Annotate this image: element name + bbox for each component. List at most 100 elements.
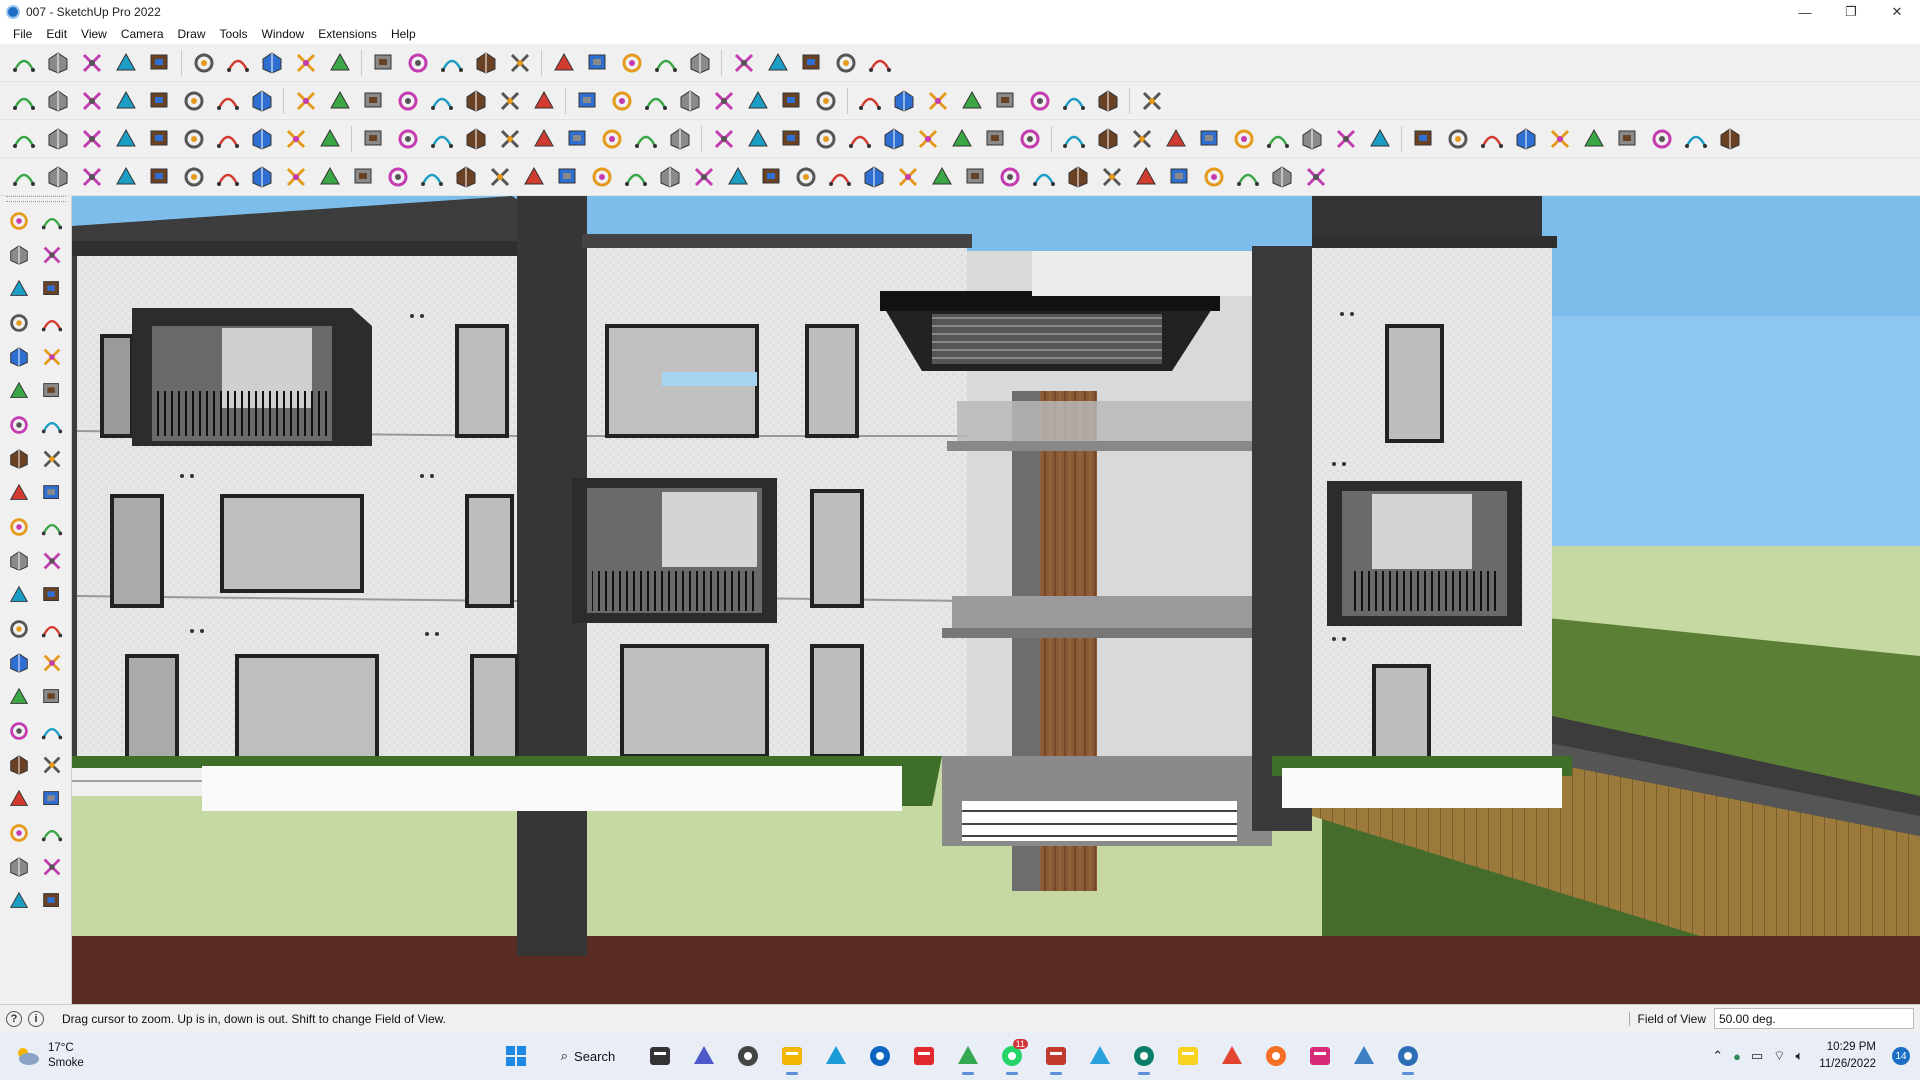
bowl-b-icon[interactable] (664, 123, 695, 154)
box-icon[interactable] (42, 85, 73, 116)
scale-icon[interactable] (368, 47, 399, 78)
red-plane-icon[interactable] (144, 161, 175, 192)
tree-icon[interactable] (892, 161, 923, 192)
hook-icon[interactable] (416, 161, 447, 192)
line-m-icon[interactable] (1680, 123, 1711, 154)
magnet-icon[interactable] (858, 161, 889, 192)
sketchup-icon[interactable] (1036, 1036, 1076, 1076)
blue-plane-b-icon[interactable] (42, 161, 73, 192)
polygon-tool-icon[interactable] (37, 376, 67, 406)
curve-f-icon[interactable] (640, 85, 671, 116)
window-c-icon[interactable] (912, 123, 943, 154)
sticky-notes-icon[interactable] (1168, 1036, 1208, 1076)
minimize-button[interactable]: — (1782, 0, 1828, 24)
stairs-b-icon[interactable] (810, 123, 841, 154)
previous-view-tool-icon[interactable] (37, 750, 67, 780)
sandbox-b-tool-icon[interactable] (37, 852, 67, 882)
shell-icon[interactable] (212, 123, 243, 154)
close-button[interactable]: ✕ (1874, 0, 1920, 24)
snipping-icon[interactable] (1388, 1036, 1428, 1076)
menu-edit[interactable]: Edit (39, 27, 74, 41)
blue-plane-icon[interactable] (8, 161, 39, 192)
qr-icon[interactable] (1300, 161, 1331, 192)
push-yellow-icon[interactable] (956, 85, 987, 116)
opera-icon[interactable] (904, 1036, 944, 1076)
chain-icon[interactable] (382, 161, 413, 192)
spline-icon[interactable] (450, 161, 481, 192)
taskbar-search[interactable]: ⌕ Search (540, 1038, 636, 1074)
model-viewport[interactable] (72, 196, 1920, 1004)
push-pink-icon[interactable] (990, 85, 1021, 116)
window-b-icon[interactable] (878, 123, 909, 154)
rotated-rect-tool-icon[interactable] (37, 342, 67, 372)
refresh-icon[interactable] (742, 123, 773, 154)
rotate-icon[interactable] (324, 47, 355, 78)
circle-tool-icon[interactable] (4, 376, 34, 406)
dimension-tool-icon[interactable] (37, 580, 67, 610)
push-orange-icon[interactable] (888, 85, 919, 116)
bowl-c-icon[interactable] (708, 123, 739, 154)
cone-icon[interactable] (586, 161, 617, 192)
stairs-a-icon[interactable] (776, 123, 807, 154)
line-tool-icon[interactable] (4, 308, 34, 338)
paint-bucket-icon[interactable] (188, 47, 219, 78)
edit-icon[interactable] (178, 85, 209, 116)
walk-tool-icon[interactable] (4, 818, 34, 848)
push-magenta-icon[interactable] (1058, 85, 1089, 116)
volume-icon[interactable]: 🔈︎ (1795, 1048, 1803, 1064)
node-e-icon[interactable] (1126, 123, 1157, 154)
geolocation-icon[interactable]: ? (6, 1010, 22, 1027)
menu-view[interactable]: View (74, 27, 114, 41)
component-tool-icon[interactable] (4, 274, 34, 304)
grid-orange-c-icon[interactable] (1198, 161, 1229, 192)
window-d-icon[interactable] (946, 123, 977, 154)
layers-icon[interactable] (684, 47, 715, 78)
zoom-extents-tool-icon[interactable] (4, 750, 34, 780)
green-cross-icon[interactable] (518, 161, 549, 192)
layers-b-icon[interactable] (314, 123, 345, 154)
node-c-icon[interactable] (1058, 123, 1089, 154)
flag-icon[interactable] (314, 161, 345, 192)
red-frame-icon[interactable] (280, 161, 311, 192)
curve-c-icon[interactable] (528, 85, 559, 116)
cone-b-icon[interactable] (620, 161, 651, 192)
yellow-plane-icon[interactable] (76, 161, 107, 192)
3d-text-tool-icon[interactable] (37, 648, 67, 678)
sandbox-a-tool-icon[interactable] (4, 852, 34, 882)
node-b-icon[interactable] (1014, 123, 1045, 154)
line-c-icon[interactable] (1330, 123, 1361, 154)
line-f-icon[interactable] (1442, 123, 1473, 154)
push-pull-icon[interactable] (222, 47, 253, 78)
menu-draw[interactable]: Draw (171, 27, 213, 41)
orange-ring-icon[interactable] (212, 161, 243, 192)
weather-widget[interactable]: 17°C Smoke (14, 1041, 84, 1071)
push-gold-icon[interactable] (1024, 85, 1055, 116)
warning-icon[interactable] (654, 161, 685, 192)
menu-camera[interactable]: Camera (114, 27, 171, 41)
freehand-tool-icon[interactable] (37, 308, 67, 338)
grid-icon[interactable] (212, 85, 243, 116)
eraser-red-icon[interactable] (776, 85, 807, 116)
line-g-icon[interactable] (1476, 123, 1507, 154)
red-gem-icon[interactable] (1028, 161, 1059, 192)
line-h-icon[interactable] (1510, 123, 1541, 154)
clock[interactable]: 10:29 PM 11/26/2022 (1819, 1039, 1876, 1073)
component-icon[interactable] (650, 47, 681, 78)
whatsapp-icon[interactable]: 11 (992, 1036, 1032, 1076)
teams-icon[interactable] (684, 1036, 724, 1076)
rotate-tool-icon[interactable] (4, 512, 34, 542)
file-explorer-icon[interactable] (772, 1036, 812, 1076)
section-plane-icon[interactable] (504, 47, 535, 78)
red-cross-icon[interactable] (484, 161, 515, 192)
measurements-input[interactable]: 50.00 deg. (1714, 1008, 1914, 1029)
chevron-up-icon[interactable]: ⌃ (1712, 1048, 1723, 1064)
zoom-extents-icon[interactable] (616, 47, 647, 78)
scenes-icon[interactable] (762, 47, 793, 78)
component-a-icon[interactable] (8, 123, 39, 154)
push-pull-tool-icon[interactable] (37, 478, 67, 508)
burst-icon[interactable] (178, 123, 209, 154)
sketchup-viewer-icon[interactable] (1124, 1036, 1164, 1076)
funnel-icon[interactable] (42, 123, 73, 154)
gear-red-b-icon[interactable] (994, 161, 1025, 192)
profile-icon[interactable] (796, 47, 827, 78)
